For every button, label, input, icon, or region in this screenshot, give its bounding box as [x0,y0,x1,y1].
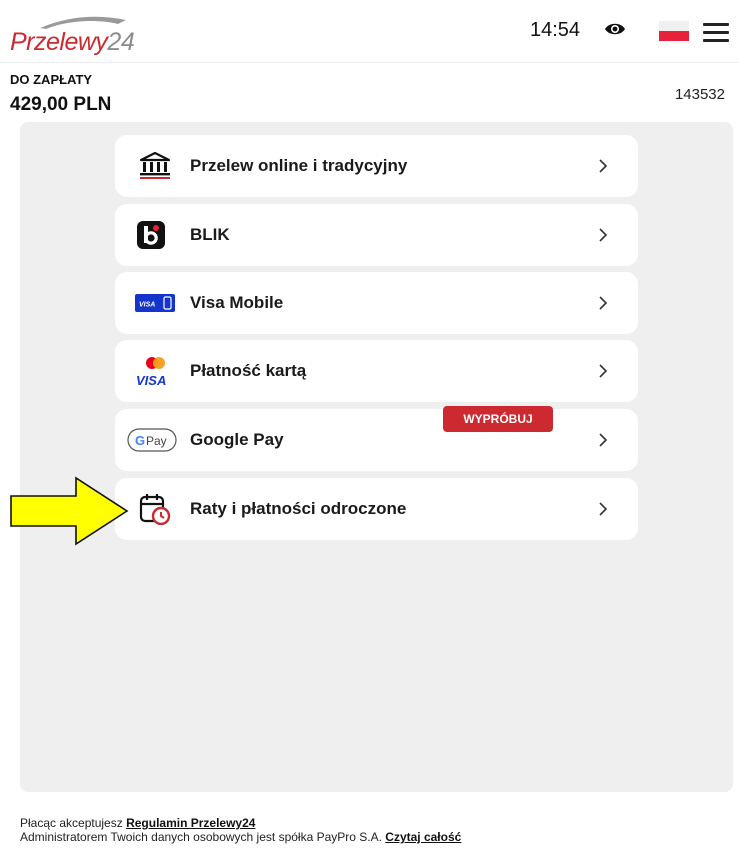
chevron-right-icon [599,364,608,378]
method-label: Visa Mobile [190,293,284,312]
blik-icon [137,221,165,249]
method-visa-mobile[interactable]: VISA Visa Mobile [115,272,638,334]
method-label: Przelew online i tradycyjny [190,156,408,175]
chevron-right-icon [599,296,608,310]
calendar-clock-icon [139,494,171,525]
hamburger-menu-icon[interactable] [703,23,729,42]
method-label: Płatność kartą [190,361,307,380]
eye-icon[interactable] [604,21,626,37]
footer-text: Administratorem Twoich danych osobowych … [20,830,386,844]
legal-footer: Płacąc akceptujesz Regulamin Przelewy24 … [20,816,461,844]
logo-text-gray: 24 [107,28,135,56]
chevron-right-icon [599,159,608,173]
terms-link[interactable]: Regulamin Przelewy24 [126,816,255,830]
method-label: Google Pay [190,430,284,449]
chevron-right-icon [599,228,608,242]
logo-text-red: Przelewy [10,28,108,56]
try-badge: WYPRÓBUJ [443,406,553,432]
order-id: 143532 [674,86,725,103]
method-installments[interactable]: Raty i płatności odroczone [115,478,638,540]
footer-text: Płacąc akceptujesz [20,816,127,830]
bank-icon [139,151,171,179]
top-bar: Przelewy24 14:54 [0,0,739,63]
polish-flag-icon[interactable] [659,21,689,41]
read-more-link[interactable]: Czytaj całość [385,830,461,844]
przelewy24-logo: Przelewy24 [10,14,140,56]
amount-value: 429,00 PLN [10,94,112,115]
chevron-right-icon [599,433,608,447]
card-icon: VISA [136,357,166,387]
svg-text:VISA: VISA [136,373,166,387]
method-bank-transfer[interactable]: Przelew online i tradycyjny [115,135,638,197]
method-label: Raty i płatności odroczone [190,499,407,518]
chevron-right-icon [599,502,608,516]
google-pay-icon: G Pay [127,428,177,452]
svg-text:G: G [135,433,145,448]
yellow-arrow-annotation [10,476,129,546]
amount-label: DO ZAPŁATY [10,72,93,87]
svg-text:VISA: VISA [139,302,155,309]
session-timer: 14:54 [530,19,581,41]
method-label: BLIK [190,225,230,244]
svg-text:Pay: Pay [146,434,167,448]
method-blik[interactable]: BLIK [115,204,638,266]
payment-methods-panel: Przelew online i tradycyjny BLIK VISA Vi… [20,122,733,792]
method-google-pay[interactable]: G Pay Google Pay [115,409,638,471]
visa-mobile-icon: VISA [135,294,175,312]
method-card[interactable]: VISA Płatność kartą [115,340,638,402]
